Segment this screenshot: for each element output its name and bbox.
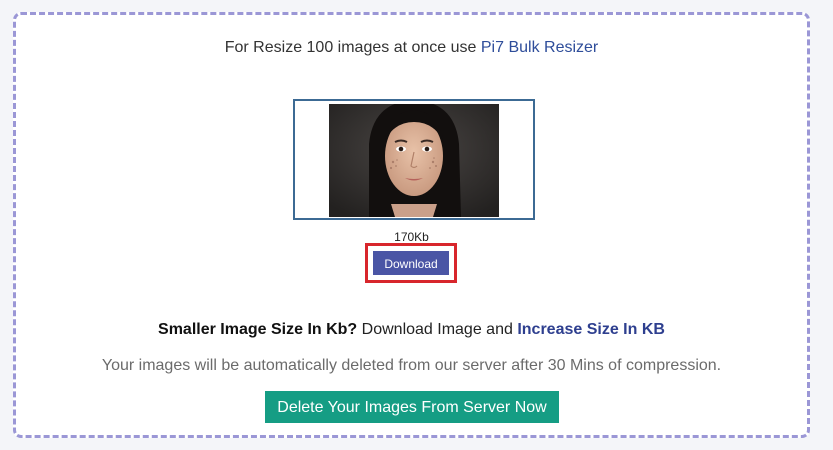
portrait-photo [329,104,499,217]
result-panel: For Resize 100 images at once use Pi7 Bu… [13,12,810,438]
bulk-resizer-promo: For Resize 100 images at once use Pi7 Bu… [16,39,807,57]
preview-image [329,104,499,217]
smaller-size-question: Smaller Image Size In Kb? [158,321,358,338]
bulk-resizer-link[interactable]: Pi7 Bulk Resizer [481,39,598,56]
image-preview-frame [293,99,535,220]
increase-size-link[interactable]: Increase Size In KB [517,321,665,338]
promo-text: For Resize 100 images at once use [224,39,477,56]
delete-images-button[interactable]: Delete Your Images From Server Now [265,391,559,423]
auto-delete-notice: Your images will be automatically delete… [101,357,722,374]
increase-size-line: Smaller Image Size In Kb? Download Image… [16,321,807,339]
download-highlight-box: Download [365,243,457,283]
page: For Resize 100 images at once use Pi7 Bu… [0,0,833,450]
download-button[interactable]: Download [373,251,449,275]
file-size-label: 170Kb [394,230,429,244]
increase-middle-text: Download Image and [361,321,513,338]
